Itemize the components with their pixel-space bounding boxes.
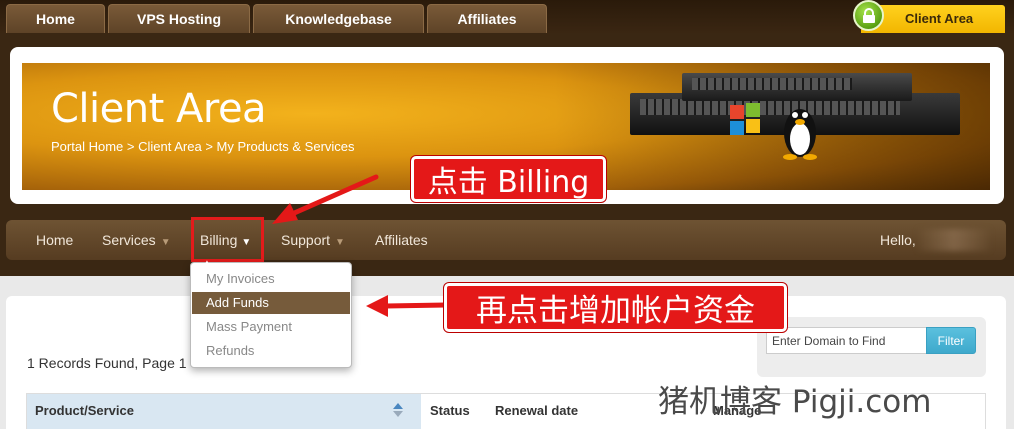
annotation-click-add-funds: 再点击增加帐户资金 xyxy=(444,283,787,332)
watermark: 猪机博客 Pigji.com xyxy=(658,384,932,420)
arrow-icon xyxy=(272,174,449,317)
annotation-click-billing: 点击 Billing xyxy=(411,156,606,202)
